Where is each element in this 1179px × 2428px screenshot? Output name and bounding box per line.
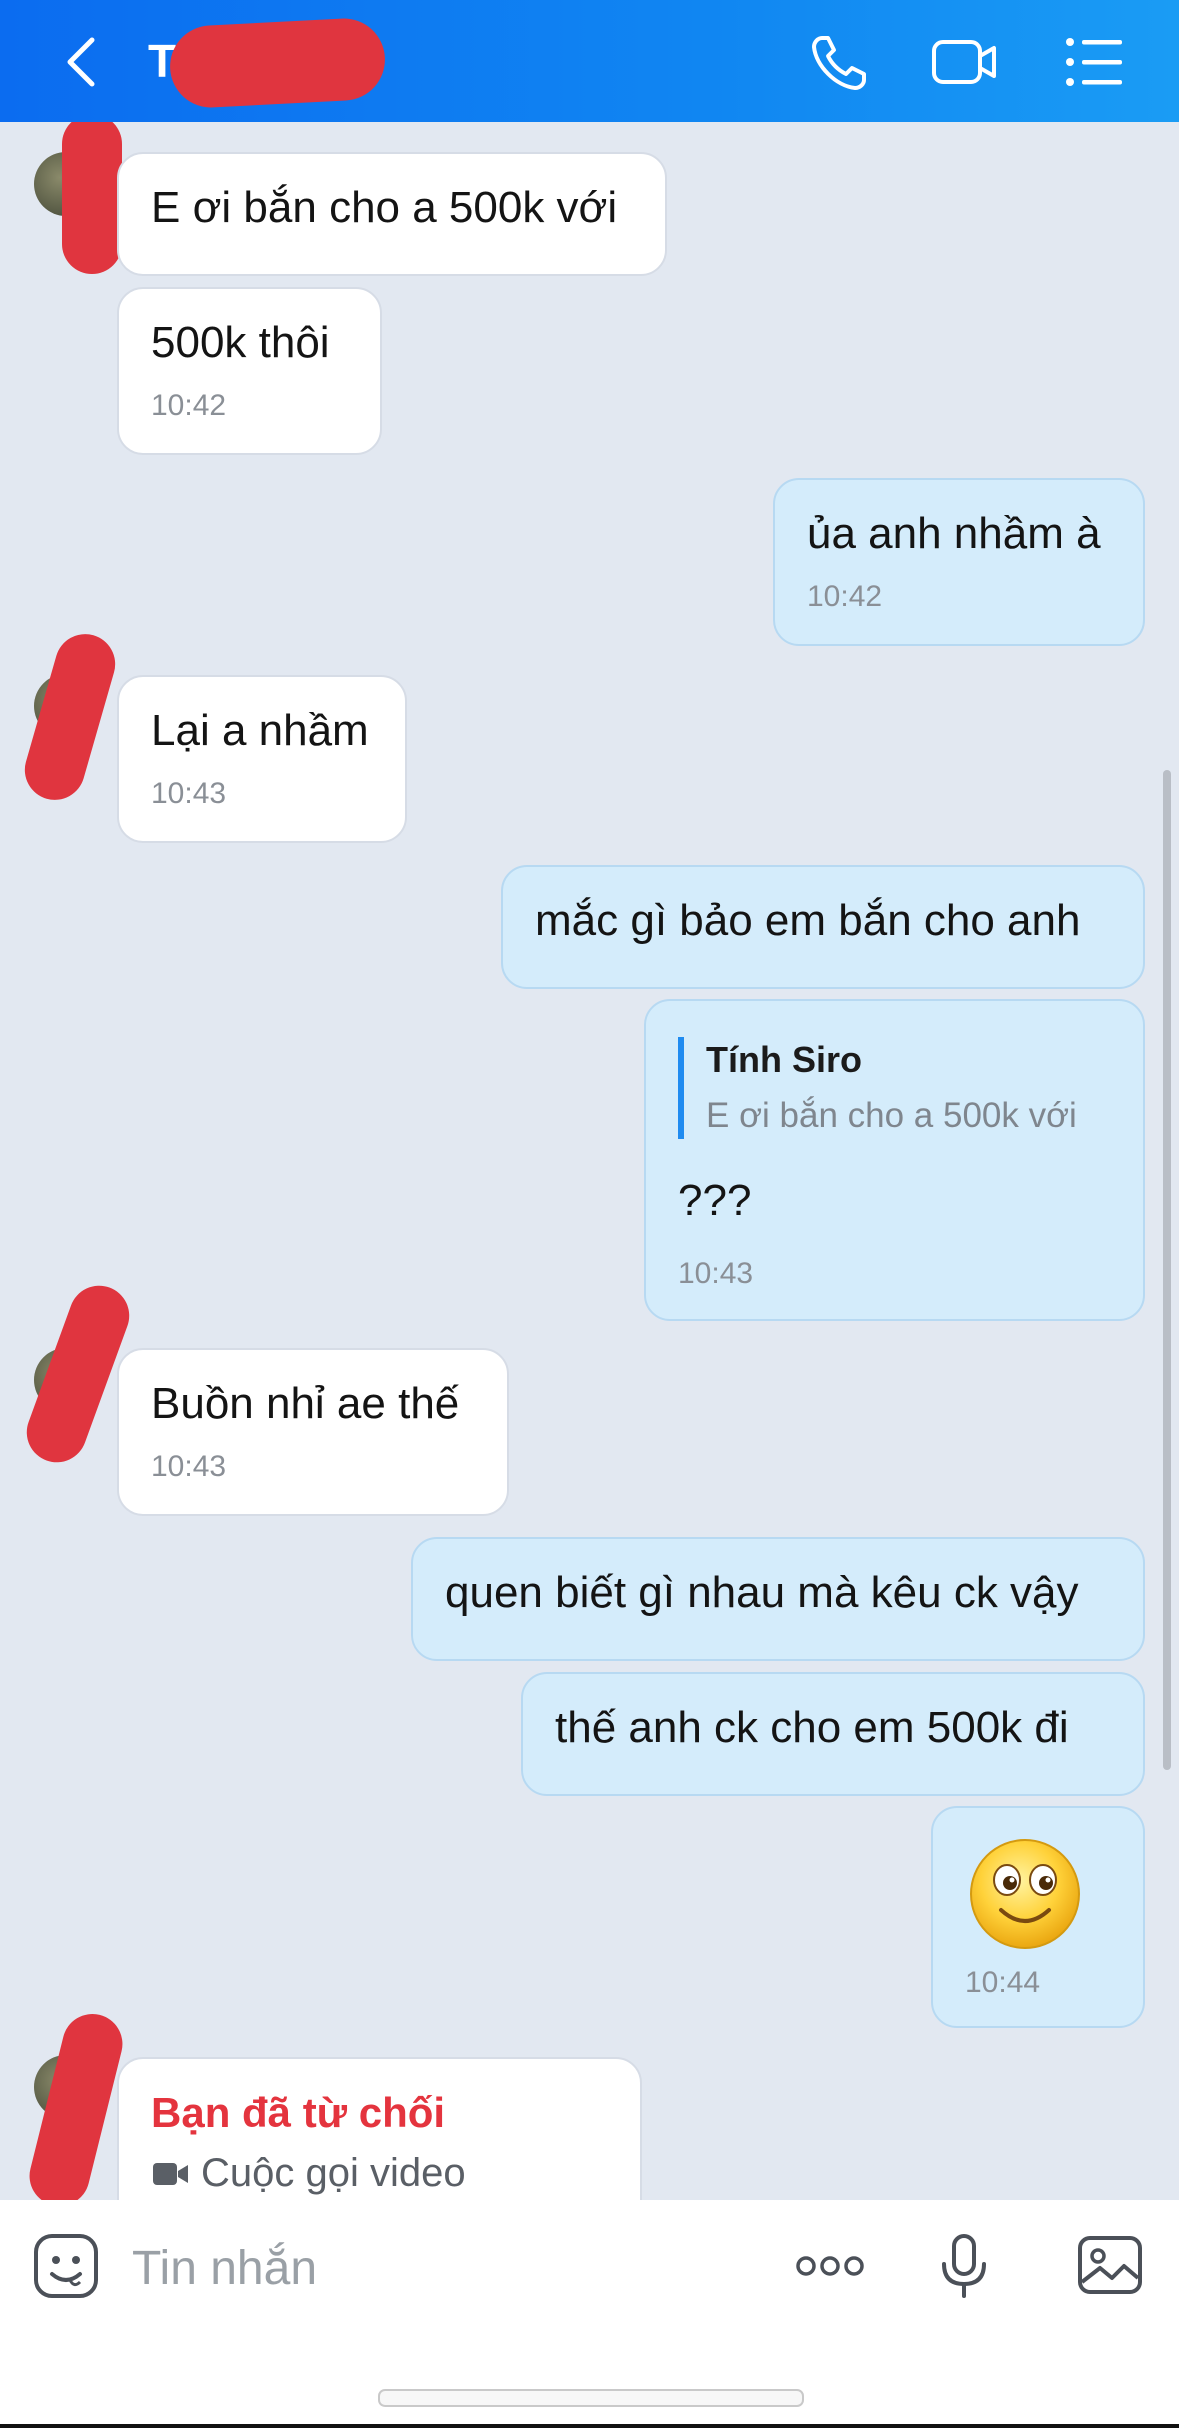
message-text: thế anh ck cho em 500k đi: [555, 1703, 1069, 1752]
microphone-icon[interactable]: [928, 2230, 1000, 2302]
message-text: ủa anh nhầm à: [807, 509, 1101, 558]
message-text: 500k thôi: [151, 318, 330, 367]
message-bubble-incoming[interactable]: Buồn nhỉ ae thế 10:43: [117, 1348, 509, 1516]
message-bubble-outgoing[interactable]: thế anh ck cho em 500k đi: [521, 1672, 1145, 1796]
redaction-mark: [17, 627, 123, 807]
quoted-sender: Tính Siro: [706, 1039, 862, 1080]
message-text: mắc gì bảo em bắn cho anh: [535, 896, 1081, 945]
message-text: E ơi bắn cho a 500k với: [151, 183, 618, 232]
quoted-message[interactable]: Tính Siro E ơi bắn cho a 500k với: [678, 1037, 1111, 1139]
scrollbar[interactable]: [1163, 770, 1171, 1770]
message-time: 10:43: [678, 1257, 754, 1290]
message-bubble-outgoing[interactable]: mắc gì bảo em bắn cho anh: [501, 865, 1145, 989]
message-text: Lại a nhầm: [151, 706, 369, 755]
call-type-row: Cuộc gọi video: [151, 2147, 608, 2199]
message-bubble-outgoing[interactable]: quen biết gì nhau mà kêu ck vậy: [411, 1537, 1145, 1661]
chat-header: T: [0, 0, 1179, 122]
video-camera-icon: [151, 2151, 191, 2185]
message-bubble-outgoing-sticker[interactable]: 10:44: [931, 1806, 1145, 2028]
message-bubble-incoming[interactable]: E ơi bắn cho a 500k với: [117, 152, 667, 276]
message-input[interactable]: [130, 2234, 754, 2302]
message-list[interactable]: E ơi bắn cho a 500k với 500k thôi 10:42 …: [0, 122, 1179, 2200]
quoted-text: E ơi bắn cho a 500k với: [706, 1096, 1077, 1135]
message-text: Buồn nhỉ ae thế: [151, 1379, 460, 1428]
message-time: 10:43: [151, 777, 227, 810]
message-text: ???: [678, 1176, 752, 1225]
redaction-mark: [62, 122, 122, 274]
message-text: quen biết gì nhau mà kêu ck vậy: [445, 1568, 1079, 1617]
smiley-emoji-icon: [967, 1836, 1083, 1952]
message-bubble-incoming[interactable]: 500k thôi 10:42: [117, 287, 382, 455]
message-time: 10:42: [807, 580, 883, 613]
message-time: 10:44: [965, 1966, 1041, 1999]
home-indicator[interactable]: [378, 2389, 804, 2407]
call-log-bubble[interactable]: Bạn đã từ chối Cuộc gọi video: [117, 2057, 642, 2200]
message-time: 10:43: [151, 1450, 227, 1483]
call-status: Bạn đã từ chối: [151, 2089, 446, 2136]
more-options-icon[interactable]: [794, 2230, 866, 2302]
message-time: 10:42: [151, 389, 227, 422]
back-icon[interactable]: [48, 26, 120, 98]
message-bubble-outgoing-reply[interactable]: Tính Siro E ơi bắn cho a 500k với ??? 10…: [644, 999, 1145, 1321]
menu-icon[interactable]: [1058, 26, 1130, 98]
image-icon[interactable]: [1074, 2230, 1146, 2302]
message-bubble-incoming[interactable]: Lại a nhầm 10:43: [117, 675, 407, 843]
sticker-icon[interactable]: [30, 2230, 102, 2302]
message-bubble-outgoing[interactable]: ủa anh nhầm à 10:42: [773, 478, 1145, 646]
phone-icon[interactable]: [804, 26, 876, 98]
video-call-icon[interactable]: [928, 26, 1000, 98]
call-type-label: Cuộc gọi video: [201, 2151, 466, 2195]
screen-edge: [0, 2424, 1179, 2428]
redaction-mark: [168, 16, 387, 110]
